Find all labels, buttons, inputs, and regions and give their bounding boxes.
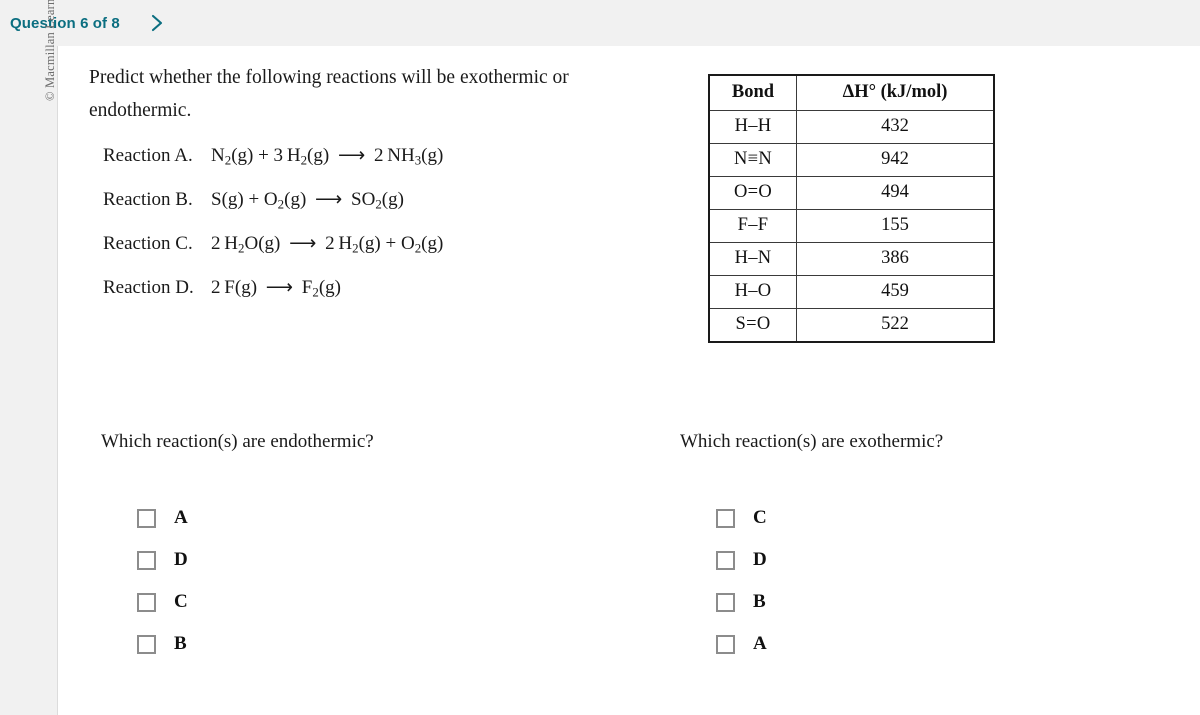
reaction-item: Reaction C. 2 H2O(g) ⟶ 2 H2(g) + O2(g): [103, 222, 663, 266]
question-card: © Macmillan Learning Predict whether the…: [43, 0, 1200, 715]
option-label: B: [174, 633, 187, 654]
column-header-bond: Bond: [708, 74, 797, 111]
endothermic-question-text: Which reaction(s) are endothermic?: [101, 431, 374, 452]
option-row-endothermic-c[interactable]: C: [137, 581, 519, 623]
answer-section: Which reaction(s) are endothermic? ADCB …: [58, 431, 1200, 701]
exothermic-question-text: Which reaction(s) are exothermic?: [680, 431, 944, 452]
checkbox-exothermic-a[interactable]: [716, 634, 735, 654]
table-row: O=O 494: [708, 176, 995, 210]
chevron-right-icon[interactable]: [148, 14, 166, 32]
option-row-exothermic-b[interactable]: B: [716, 581, 1098, 623]
enthalpy-cell: 494: [796, 176, 995, 210]
checkbox-exothermic-b[interactable]: [716, 592, 735, 612]
table-row: F–F 155: [708, 209, 995, 243]
option-row-exothermic-c[interactable]: C: [716, 497, 1098, 539]
bond-cell: H–N: [708, 242, 797, 276]
reaction-name: Reaction C.: [103, 233, 193, 254]
enthalpy-cell: 155: [796, 209, 995, 243]
reaction-name: Reaction D.: [103, 277, 194, 298]
bond-cell: H–O: [708, 275, 797, 309]
checkbox-endothermic-a[interactable]: [137, 508, 156, 528]
reaction-item: Reaction A. N2(g) + 3 H2(g) ⟶ 2 NH3(g): [103, 134, 663, 178]
option-row-exothermic-d[interactable]: D: [716, 539, 1098, 581]
reaction-equation: 2 F(g) ⟶ F2(g): [211, 277, 341, 300]
reaction-item: Reaction B. S(g) + O2(g) ⟶ SO2(g): [103, 178, 663, 222]
table-row: S=O 522: [708, 308, 995, 343]
option-label: C: [753, 507, 767, 528]
checkbox-endothermic-c[interactable]: [137, 592, 156, 612]
option-row-endothermic-d[interactable]: D: [137, 539, 519, 581]
bond-enthalpy-table-container: Bond ΔH° (kJ/mol) H–H 432 N≡N 942 O=O 494 F–F 1…: [708, 74, 995, 343]
question-prompt: Predict whether the following reactions …: [89, 67, 569, 121]
option-label: A: [753, 633, 767, 654]
reaction-equation: N2(g) + 3 H2(g) ⟶ 2 NH3(g): [211, 145, 444, 168]
column-header-enthalpy: ΔH° (kJ/mol): [796, 74, 995, 111]
option-label: D: [174, 549, 188, 570]
enthalpy-cell: 942: [796, 143, 995, 177]
option-label: C: [174, 591, 188, 612]
top-header-bar: Question 6 of 8: [0, 0, 1200, 46]
option-label: B: [753, 591, 766, 612]
enthalpy-cell: 386: [796, 242, 995, 276]
option-label: A: [174, 507, 188, 528]
option-row-endothermic-a[interactable]: A: [137, 497, 519, 539]
checkbox-endothermic-b[interactable]: [137, 634, 156, 654]
table-row: H–O 459: [708, 275, 995, 309]
table-row: H–H 432: [708, 110, 995, 144]
option-label: D: [753, 549, 767, 570]
reaction-list: Reaction A. N2(g) + 3 H2(g) ⟶ 2 NH3(g) Re…: [103, 134, 663, 310]
exothermic-option-list: CDBA: [668, 497, 1098, 665]
enthalpy-cell: 432: [796, 110, 995, 144]
bond-enthalpy-table: Bond ΔH° (kJ/mol) H–H 432 N≡N 942 O=O 494 F–F 1…: [708, 74, 995, 343]
bond-cell: H–H: [708, 110, 797, 144]
checkbox-exothermic-c[interactable]: [716, 508, 735, 528]
reaction-name: Reaction B.: [103, 189, 193, 210]
exothermic-answer-column: Which reaction(s) are exothermic? CDBA: [668, 431, 1098, 665]
table-header-row: Bond ΔH° (kJ/mol): [708, 74, 995, 111]
enthalpy-cell: 522: [796, 308, 995, 343]
reaction-name: Reaction A.: [103, 145, 193, 166]
checkbox-endothermic-d[interactable]: [137, 550, 156, 570]
table-row: H–N 386: [708, 242, 995, 276]
reaction-equation: 2 H2O(g) ⟶ 2 H2(g) + O2(g): [211, 233, 444, 256]
bond-cell: O=O: [708, 176, 797, 210]
macmillan-copyright: © Macmillan Learning: [43, 0, 57, 101]
endothermic-answer-column: Which reaction(s) are endothermic? ADCB: [89, 431, 519, 665]
reaction-equation: S(g) + O2(g) ⟶ SO2(g): [211, 189, 404, 212]
question-counter: Question 6 of 8: [10, 14, 120, 32]
option-row-exothermic-a[interactable]: A: [716, 623, 1098, 665]
bond-cell: F–F: [708, 209, 797, 243]
bond-table-body: H–H 432 N≡N 942 O=O 494 F–F 155 H–N 386 H–O 459 S=O 5…: [708, 110, 995, 343]
enthalpy-cell: 459: [796, 275, 995, 309]
checkbox-exothermic-d[interactable]: [716, 550, 735, 570]
bond-cell: S=O: [708, 308, 797, 343]
option-row-endothermic-b[interactable]: B: [137, 623, 519, 665]
bond-cell: N≡N: [708, 143, 797, 177]
endothermic-option-list: ADCB: [89, 497, 519, 665]
reaction-item: Reaction D. 2 F(g) ⟶ F2(g): [103, 266, 663, 310]
table-row: N≡N 942: [708, 143, 995, 177]
